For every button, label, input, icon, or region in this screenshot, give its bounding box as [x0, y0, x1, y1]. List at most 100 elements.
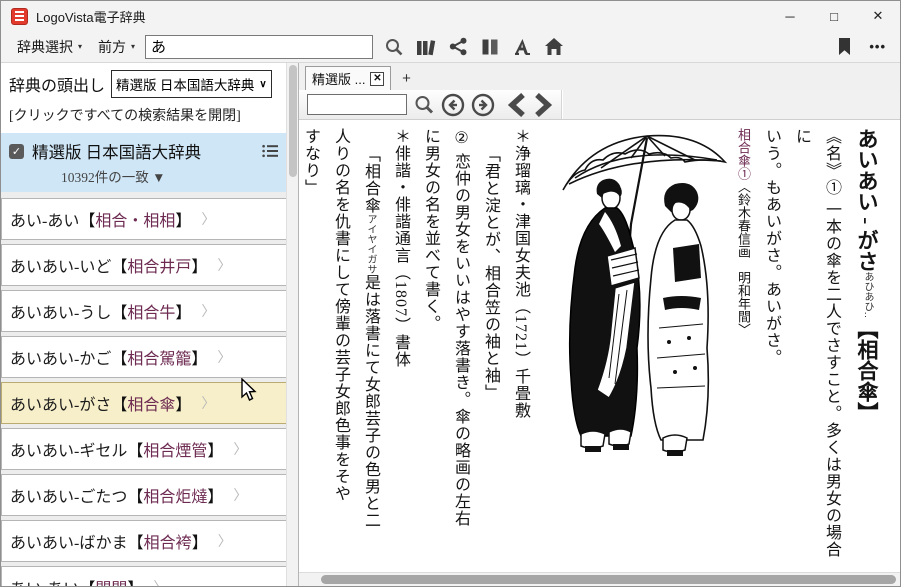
entry-text-column: 《名》① 一本の傘を二人でさすこと。多くは男女の場合に: [786, 128, 846, 568]
sidebar-scrollbar[interactable]: [286, 63, 298, 586]
furigana-text: あひあひ‥: [862, 272, 873, 319]
horizontal-scrollbar-thumb[interactable]: [321, 575, 896, 584]
history-forward-icon[interactable]: [471, 93, 495, 117]
text-run: ＊俳諧・俳諧通言（1807）書体: [392, 128, 409, 368]
list-item-kanji: 相合傘: [127, 391, 175, 415]
chevron-right-icon: 〉: [201, 301, 215, 321]
list-item[interactable]: あいあい-ギセル【相合煙管】〉: [1, 428, 287, 470]
tab-close-icon[interactable]: ✕: [370, 72, 384, 86]
list-item-kana: あい-あい: [10, 207, 79, 231]
text-run: 「君と淀とが、相合笠の袖と袖」: [482, 146, 499, 401]
pane-search-icon[interactable]: [413, 94, 435, 116]
horizontal-scrollbar[interactable]: [299, 572, 900, 586]
search-icon[interactable]: [383, 36, 405, 58]
text-run: 【相合傘】: [855, 318, 879, 423]
library-books-icon[interactable]: [415, 36, 437, 58]
chevron-right-icon: 〉: [217, 347, 231, 367]
entry-text-column: 「君と淀とが、相合笠の袖と袖」: [475, 128, 505, 568]
close-button[interactable]: ✕: [856, 1, 900, 31]
list-item[interactable]: あい-あい【間間】〉: [1, 566, 287, 586]
list-item[interactable]: あいあい-がさ【相合傘】〉: [1, 382, 287, 424]
sidebar-dictionary-dropdown-value: 精選版 日本国語大辞典: [116, 74, 254, 94]
home-icon[interactable]: [543, 36, 565, 58]
list-item-bracket: 】: [127, 575, 143, 586]
chevron-right-icon: 〉: [233, 439, 247, 459]
list-item-kanji: 相合袴: [144, 529, 192, 553]
text-run: 是は落書にて女郎芸子の色男と二: [362, 274, 379, 529]
next-entry-icon[interactable]: [533, 93, 553, 117]
chevron-right-icon: 〉: [218, 531, 232, 551]
text-run: すなり」: [302, 128, 319, 196]
list-item-kana: あい-あい: [10, 575, 79, 586]
app-logo-icon: [11, 8, 28, 25]
pane-toolbar: [299, 90, 900, 120]
list-item-bracket: 【: [111, 253, 127, 277]
list-item-kanji: 相合・相相: [95, 207, 175, 231]
illustration-container: [535, 128, 731, 470]
bookmark-icon[interactable]: [833, 36, 855, 58]
entry-text-column: ＊浄瑠璃・津国女夫池（1721）千畳敷: [505, 128, 535, 568]
list-item-kana: あいあい-ばかま: [10, 529, 128, 553]
list-item-bracket: 【: [128, 529, 144, 553]
text-run: 《名》① 一本の傘を二人でさすこと。多くは男女の場合に: [793, 128, 840, 558]
entry-text-column: ② 恋仲の男女をいいはやす落書き。傘の略画の左右: [445, 128, 475, 568]
list-item[interactable]: あい-あい【相合・相相】〉: [1, 198, 287, 240]
more-menu-icon[interactable]: •••: [869, 39, 886, 54]
list-item-bracket: 】: [207, 483, 223, 507]
match-count[interactable]: 10392件の一致 ▼: [9, 166, 279, 186]
minimize-button[interactable]: ─: [768, 1, 812, 31]
entry-text-column: ＊俳諧・俳諧通言（1807）書体: [385, 128, 415, 568]
dictionary-result-group[interactable]: ✓ 精選版 日本国語大辞典 10392件の一致 ▼: [1, 133, 287, 192]
entry-text-column: すなり」: [299, 128, 325, 568]
entry-text-column: 人りの名を仇書にして傍輩の芸子女郎色事をそや: [325, 128, 355, 568]
pane-search-input[interactable]: [307, 94, 407, 115]
app-window: LogoVista電子辞典 ─ □ ✕ 辞典選択 ▾ 前方 ▾: [0, 0, 901, 587]
text-run: いう。もあいがさ。あいがさ。: [763, 128, 780, 366]
tab-dictionary[interactable]: 精選版 ... ✕: [305, 66, 391, 90]
window-title: LogoVista電子辞典: [36, 7, 146, 26]
list-item-kana: あいあい-かご: [10, 345, 111, 369]
text-run: 人りの名を仇書にして傍輩の芸子女郎色事をそや: [332, 128, 349, 502]
toggle-all-results-hint[interactable]: [クリックですべての検索結果を開閉]: [1, 102, 287, 133]
headword-list: あい-あい【相合・相相】〉あいあい-いど【相合井戸】〉あいあい-うし【相合牛】〉…: [1, 198, 287, 586]
headword-index-label: 辞典の頭出し: [9, 72, 105, 96]
result-list-icon[interactable]: [262, 144, 279, 158]
text-run: あいあい - がさ: [855, 128, 879, 272]
font-size-icon[interactable]: [511, 36, 533, 58]
list-item[interactable]: あいあい-かご【相合駕籠】〉: [1, 336, 287, 378]
search-input[interactable]: [145, 35, 373, 59]
text-run: ＊浄瑠璃・津国女夫池（1721）千畳敷: [512, 128, 529, 419]
list-item-bracket: 【: [79, 575, 95, 586]
history-back-icon[interactable]: [441, 93, 465, 117]
list-item[interactable]: あいあい-ばかま【相合袴】〉: [1, 520, 287, 562]
maximize-button[interactable]: □: [812, 1, 856, 31]
match-mode-dropdown[interactable]: 前方 ▾: [92, 34, 141, 60]
list-item-bracket: 】: [191, 253, 207, 277]
dictionary-select-dropdown[interactable]: 辞典選択 ▾: [11, 34, 88, 60]
list-item-bracket: 【: [127, 483, 143, 507]
list-item-bracket: 】: [192, 529, 208, 553]
list-item-bracket: 】: [175, 391, 191, 415]
list-item[interactable]: あいあい-うし【相合牛】〉: [1, 290, 287, 332]
two-pane-view-icon[interactable]: [479, 36, 501, 58]
list-item-kana: あいあい-ごたつ: [10, 483, 127, 507]
furigana-text: アイヤイガサ: [365, 214, 376, 274]
sidebar-scrollbar-thumb[interactable]: [289, 65, 297, 177]
list-item-kanji: 相合井戸: [127, 253, 191, 277]
sidebar-dictionary-dropdown[interactable]: 精選版 日本国語大辞典 ∨: [111, 70, 272, 98]
sidebar: 辞典の頭出し 精選版 日本国語大辞典 ∨ [クリックですべての検索結果を開閉] …: [1, 63, 299, 586]
entry-text-column: 「相合傘アイヤイガサ是は落書にて女郎芸子の色男と二: [355, 128, 385, 568]
tab-label: 精選版 ...: [312, 69, 365, 88]
dictionary-name: 精選版 日本国語大辞典: [32, 139, 254, 163]
share-icon[interactable]: [447, 36, 469, 58]
dictionary-checkbox[interactable]: ✓: [9, 144, 24, 159]
previous-entry-icon[interactable]: [507, 93, 527, 117]
list-item-bracket: 】: [207, 437, 223, 461]
list-item-bracket: 】: [175, 207, 191, 231]
new-tab-button[interactable]: +: [391, 66, 421, 90]
list-item[interactable]: あいあい-ごたつ【相合炬燵】〉: [1, 474, 287, 516]
figure-reference[interactable]: 相合傘①: [736, 128, 751, 180]
list-item[interactable]: あいあい-いど【相合井戸】〉: [1, 244, 287, 286]
main-pane: 精選版 ... ✕ +: [299, 63, 900, 586]
chevron-right-icon: 〉: [217, 255, 231, 275]
